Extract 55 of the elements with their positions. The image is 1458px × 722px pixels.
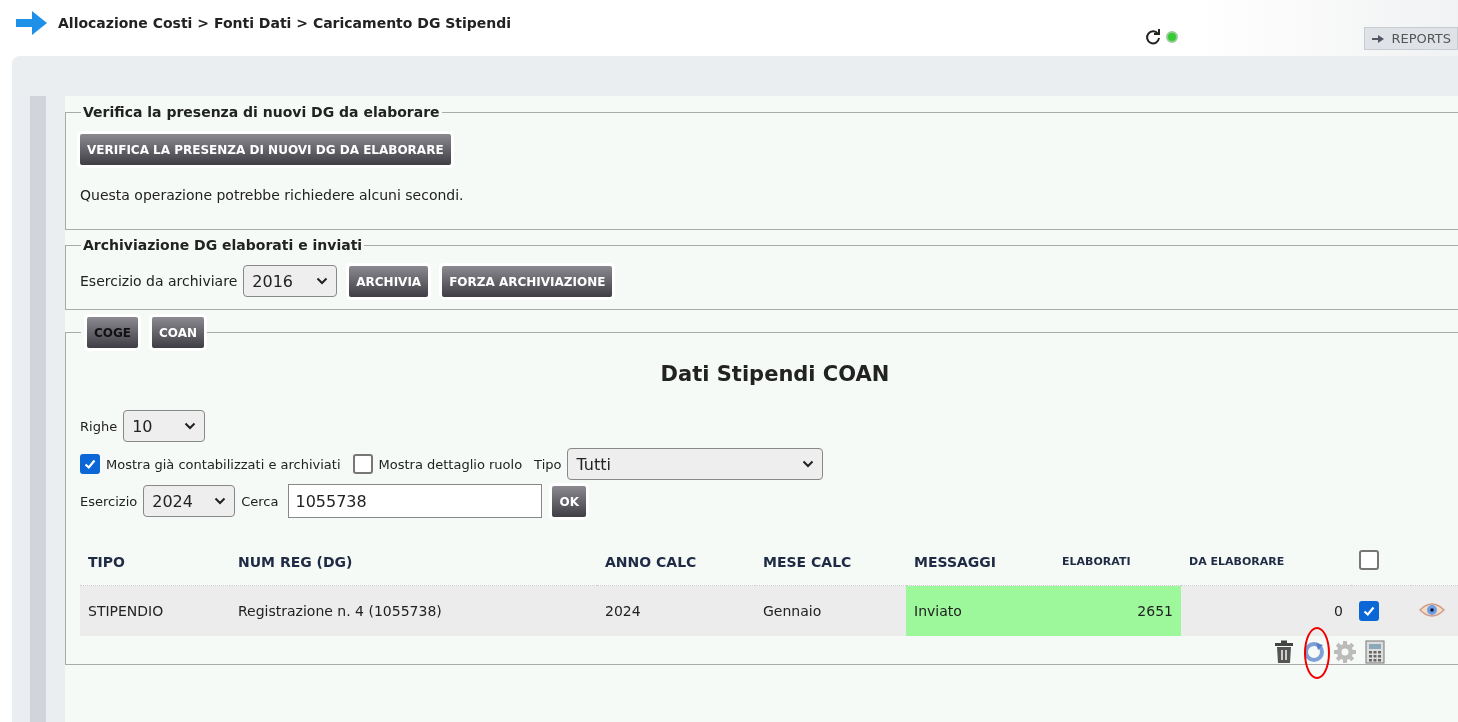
section-heading: Dati Stipendi COAN (659, 362, 891, 386)
checkbox-label: Mostra già contabilizzati e archiviati (106, 456, 341, 472)
row-checkbox[interactable] (1359, 601, 1379, 621)
check-icon (1362, 604, 1376, 618)
highlight-ellipse (1304, 627, 1330, 679)
column-header: TIPO (80, 542, 230, 586)
type-select[interactable]: Tutti (567, 448, 824, 480)
reports-link[interactable]: REPORTS (1364, 27, 1458, 50)
trash-icon[interactable] (1273, 640, 1295, 664)
column-header: NUM REG (DG) (230, 542, 597, 586)
year-select[interactable]: 2016 (243, 265, 338, 297)
caret-icon (316, 277, 329, 285)
column-header: DA ELABORARE (1181, 542, 1351, 586)
caret-icon (802, 460, 815, 468)
table-cell: Inviato (906, 585, 1054, 636)
year-label: Esercizio da archiviare (80, 273, 238, 289)
archive-button[interactable]: ARCHIVIA (349, 265, 429, 297)
rows-select[interactable]: 10 (123, 410, 206, 442)
table-cell: Registrazione n. 4 (1055738) (230, 585, 597, 636)
arrow-right-icon (1371, 33, 1386, 44)
table-cell: STIPENDIO (80, 585, 230, 636)
table-cell: Gennaio (755, 585, 906, 636)
verify-button[interactable]: VERIFICA LA PRESENZA DI NUOVI DG DA ELABORARE (80, 134, 451, 165)
tab[interactable]: COAN (152, 317, 205, 348)
column-header: ANNO CALC (597, 542, 755, 586)
section-title: Archiviazione DG elaborati e inviati (82, 237, 364, 253)
caret-icon (214, 497, 227, 505)
checkbox[interactable] (80, 454, 100, 474)
column-header: MESSAGGI (906, 542, 1054, 586)
tab[interactable]: COGE (87, 317, 139, 348)
info-text: Questa operazione potrebbe richiedere alcuni secondi. (80, 187, 465, 203)
year-label: Esercizio (80, 493, 138, 509)
eye-icon[interactable] (1419, 601, 1445, 618)
table-cell: 2651 (1054, 585, 1181, 636)
rows-label: Righe (80, 418, 118, 434)
ok-button[interactable]: OK (552, 485, 586, 517)
refresh-icon[interactable] (1144, 28, 1162, 46)
checkbox[interactable] (352, 454, 373, 474)
select-all-checkbox[interactable] (1359, 550, 1379, 570)
checkbox-label: Mostra dettaglio ruolo (378, 456, 523, 472)
calculator-icon[interactable] (1365, 640, 1385, 664)
table-cell: 0 (1181, 585, 1351, 636)
force-archive-button[interactable]: FORZA ARCHIVIAZIONE (442, 265, 613, 297)
column-header: MESE CALC (755, 542, 906, 586)
type-label: Tipo (534, 456, 562, 472)
year-select[interactable]: 2024 (143, 485, 236, 517)
check-icon (83, 457, 97, 471)
breadcrumb: Allocazione Costi > Fonti Dati > Caricamento DG Stipendi (58, 15, 512, 31)
caret-icon (184, 422, 197, 430)
arrow-right-icon (14, 8, 48, 38)
table-cell: 2024 (597, 585, 755, 636)
search-field[interactable]: 1055738 (288, 484, 543, 518)
section-title: Verifica la presenza di nuovi DG da elaborare (82, 104, 441, 120)
search-label: Cerca (241, 493, 279, 509)
column-header: ELABORATI (1054, 542, 1181, 586)
